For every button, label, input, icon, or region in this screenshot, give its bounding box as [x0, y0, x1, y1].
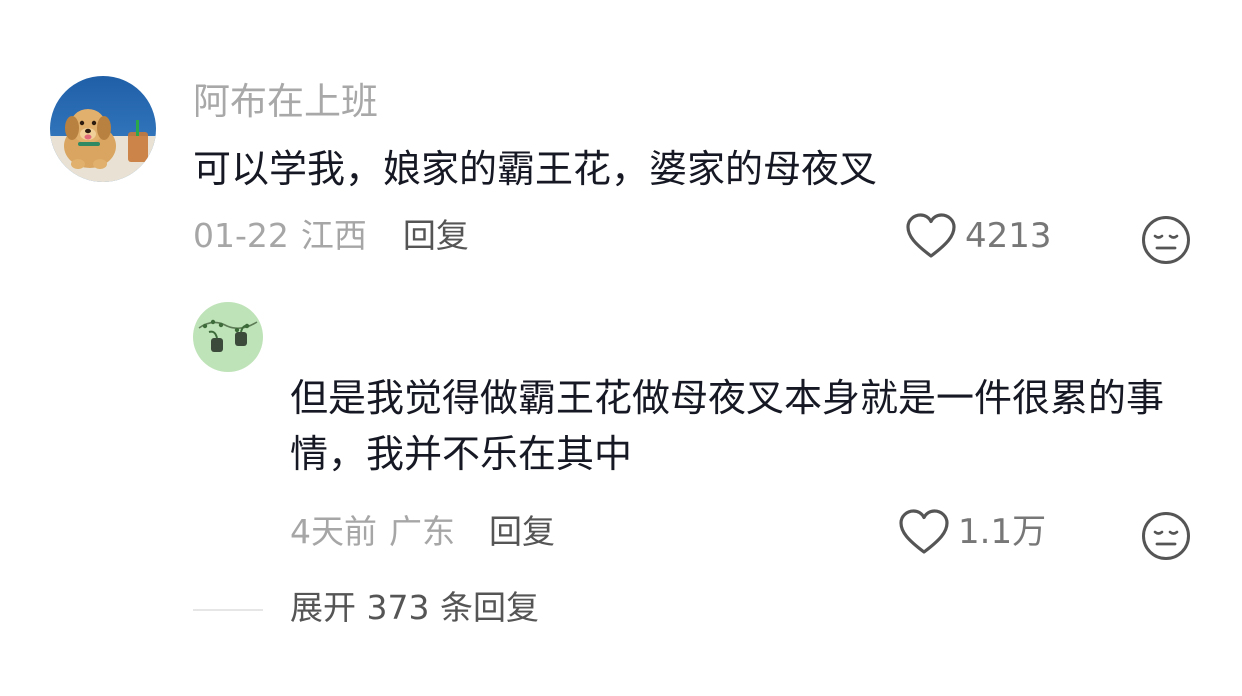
comment-location: 江西	[300, 216, 367, 255]
reply-date: 4天前	[290, 512, 377, 551]
comment-text: 可以学我，娘家的霸王花，婆家的母夜叉	[193, 147, 878, 191]
reply-dislike-button[interactable]	[1140, 510, 1192, 566]
reply-like-count: 1.1万	[958, 512, 1047, 552]
like-count: 4213	[965, 216, 1052, 256]
avatar[interactable]	[50, 76, 156, 182]
comment-meta: 01-22 江西 回复	[193, 216, 469, 256]
like-button[interactable]: 4213	[905, 212, 1052, 260]
reply-meta: 4天前 广东 回复	[290, 512, 555, 552]
reply-button[interactable]: 回复	[403, 216, 469, 256]
dog-avatar-icon	[50, 76, 156, 182]
expand-divider	[193, 609, 263, 611]
reply-text: 但是我觉得做霸王花做母夜叉本身就是一件很累的事情，我并不乐在其中	[290, 376, 1165, 476]
heart-outline-icon	[906, 213, 956, 258]
reply-like-button[interactable]: 1.1万	[898, 508, 1046, 556]
neutral-face-icon	[1142, 512, 1190, 560]
dislike-button[interactable]	[1140, 214, 1192, 270]
reply-reply-button[interactable]: 回复	[489, 512, 555, 552]
reply-avatar[interactable]	[193, 302, 263, 372]
plant-avatar-icon	[193, 302, 263, 372]
comment-date: 01-22	[193, 216, 289, 255]
neutral-face-icon	[1142, 216, 1190, 264]
reply-location: 广东	[389, 512, 455, 551]
comment-username[interactable]: 阿布在上班	[193, 80, 378, 124]
heart-outline-icon	[899, 509, 949, 554]
expand-replies-button[interactable]: 展开 373 条回复	[290, 588, 539, 628]
